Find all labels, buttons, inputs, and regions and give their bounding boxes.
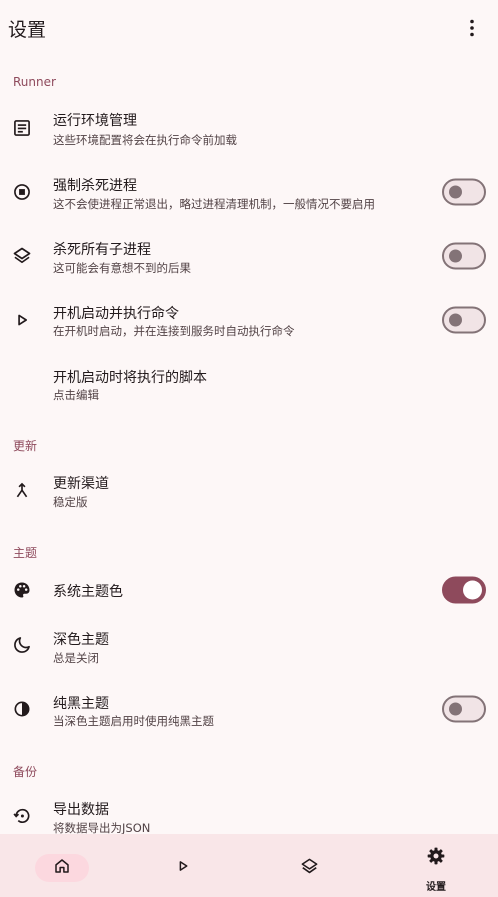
pure-black-switch[interactable] — [442, 695, 486, 723]
setting-force-kill[interactable]: 强制杀死进程 这不会使进程正常退出，略过进程清理机制，一般情况不要启用 — [0, 160, 498, 224]
nav-settings-label: 设置 — [426, 882, 446, 893]
nav-run-indicator — [156, 854, 210, 882]
force-kill-switch[interactable] — [442, 178, 486, 206]
nav-settings-indicator — [409, 844, 463, 872]
bottom-navigation: 设置 — [0, 834, 498, 897]
more-vert-icon[interactable] — [460, 16, 484, 40]
boot-run-switch[interactable] — [442, 306, 486, 334]
setting-subtitle: 这可能会有意想不到的后果 — [53, 261, 191, 275]
setting-title: 纯黑主题 — [53, 696, 109, 712]
setting-subtitle: 这不会使进程正常退出，略过进程清理机制，一般情况不要启用 — [53, 197, 375, 211]
backup-restore-icon — [10, 804, 34, 828]
nav-layers-indicator — [282, 854, 336, 882]
setting-subtitle: 当深色主题启用时使用纯黑主题 — [53, 714, 214, 728]
setting-title: 运行环境管理 — [53, 113, 137, 129]
setting-update-channel[interactable]: 更新渠道 稳定版 — [0, 459, 498, 523]
setting-title: 开机启动时将执行的脚本 — [53, 370, 207, 386]
nav-run[interactable] — [121, 834, 245, 897]
setting-kill-children[interactable]: 杀死所有子进程 这可能会有意想不到的后果 — [0, 224, 498, 288]
section-header-backup: 备份 — [13, 765, 38, 779]
setting-dark-theme[interactable]: 深色主题 总是关闭 — [0, 613, 498, 677]
nav-settings[interactable]: 设置 — [374, 834, 498, 897]
setting-title: 系统主题色 — [53, 584, 123, 600]
home-icon — [53, 857, 71, 879]
setting-title: 更新渠道 — [53, 476, 109, 492]
setting-subtitle: 总是关闭 — [53, 651, 99, 665]
kill-children-switch[interactable] — [442, 242, 486, 270]
setting-pure-black[interactable]: 纯黑主题 当深色主题启用时使用纯黑主题 — [0, 677, 498, 741]
merge-icon — [10, 479, 34, 503]
stop-circle-icon — [10, 180, 34, 204]
nav-home[interactable] — [0, 834, 124, 897]
article-icon — [10, 116, 34, 140]
setting-subtitle: 点击编辑 — [53, 388, 99, 402]
setting-title: 导出数据 — [53, 802, 109, 818]
setting-title: 开机启动并执行命令 — [53, 306, 179, 322]
setting-title: 深色主题 — [53, 632, 109, 648]
setting-env-management[interactable]: 运行环境管理 这些环境配置将会在执行命令前加载 — [0, 96, 498, 160]
setting-boot-script[interactable]: 开机启动时将执行的脚本 点击编辑 — [0, 352, 498, 416]
section-header-runner: Runner — [13, 75, 56, 89]
palette-icon — [10, 578, 34, 602]
setting-subtitle: 这些环境配置将会在执行命令前加载 — [53, 133, 237, 147]
section-header-update: 更新 — [13, 439, 38, 453]
setting-subtitle: 稳定版 — [53, 495, 88, 509]
switch-knob — [449, 702, 462, 716]
setting-boot-run[interactable]: 开机启动并执行命令 在开机时启动，并在连接到服务时自动执行命令 — [0, 288, 498, 352]
play-arrow-icon — [174, 857, 192, 879]
nav-layers[interactable] — [247, 834, 371, 897]
gear-icon — [426, 846, 446, 870]
dark-mode-icon — [10, 633, 34, 657]
system-color-switch[interactable] — [442, 576, 486, 604]
setting-subtitle: 在开机时启动，并在连接到服务时自动执行命令 — [53, 324, 295, 338]
nav-home-indicator — [35, 854, 89, 882]
play-arrow-icon — [10, 308, 34, 332]
switch-knob — [449, 185, 462, 199]
setting-title: 杀死所有子进程 — [53, 242, 151, 258]
top-app-bar: 设置 — [0, 0, 498, 56]
switch-knob — [463, 580, 482, 600]
switch-knob — [449, 249, 462, 263]
page-title: 设置 — [8, 18, 47, 41]
contrast-icon — [10, 697, 34, 721]
switch-knob — [449, 313, 462, 327]
layers-icon — [10, 244, 34, 268]
layers-icon — [300, 857, 319, 880]
setting-title: 强制杀死进程 — [53, 178, 137, 194]
